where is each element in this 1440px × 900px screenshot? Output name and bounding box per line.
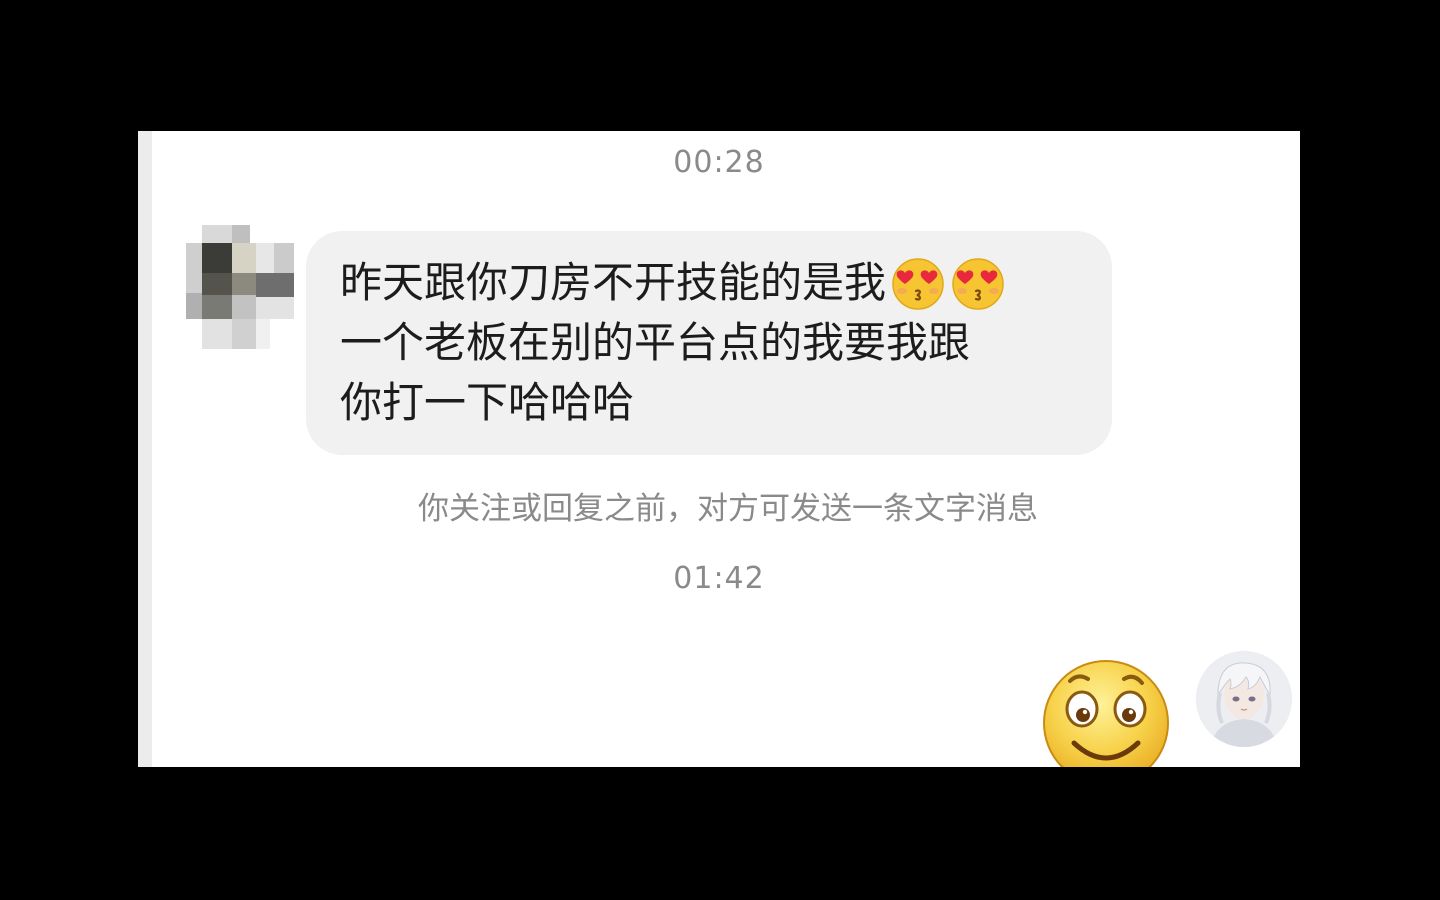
message-line: 一个老板在别的平台点的我要我跟 xyxy=(340,318,971,367)
heart-eyes-kiss-emoji-icon xyxy=(892,257,944,310)
chat-screen: 00:28 昨天跟你刀房不开技能的是我 一个老板在别的平台点的我要我跟 你打一下… xyxy=(138,131,1300,767)
anime-avatar-icon xyxy=(1196,651,1292,747)
user-avatar[interactable] xyxy=(1196,651,1292,747)
timestamp: 00:28 xyxy=(673,145,765,180)
screen-edge xyxy=(138,131,152,767)
smiling-face-sticker-icon[interactable] xyxy=(1040,655,1172,767)
messaging-restriction-notice: 你关注或回复之前，对方可发送一条文字消息 xyxy=(418,491,1038,527)
timestamp: 01:42 xyxy=(673,561,765,596)
incoming-message-bubble[interactable]: 昨天跟你刀房不开技能的是我 一个老板在别的平台点的我要我跟 你打一下哈哈哈 xyxy=(306,231,1112,455)
heart-eyes-kiss-emoji-icon xyxy=(952,257,1004,310)
message-line: 你打一下哈哈哈 xyxy=(340,378,635,427)
sender-avatar[interactable] xyxy=(186,225,294,349)
message-line: 昨天跟你刀房不开技能的是我 xyxy=(340,253,1082,313)
message-text: 昨天跟你刀房不开技能的是我 xyxy=(340,258,887,307)
